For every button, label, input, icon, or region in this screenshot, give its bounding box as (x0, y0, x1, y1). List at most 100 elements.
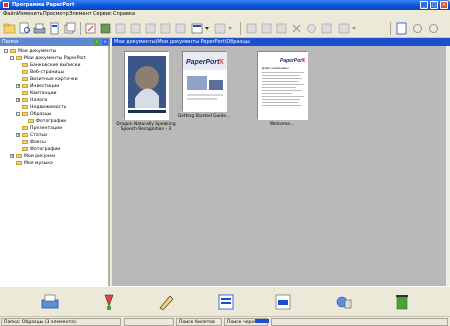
status-empty-cell (124, 318, 174, 326)
folder-icon (22, 139, 28, 144)
toolbar (0, 19, 450, 38)
folder-icon (22, 132, 28, 137)
next-icon[interactable] (174, 22, 187, 35)
scan-icon[interactable] (33, 22, 46, 35)
mail-icon[interactable] (216, 292, 236, 312)
tree-item-photos[interactable]: Фотографии (22, 146, 60, 153)
menu-item[interactable]: Элемент (69, 11, 92, 17)
status-extra-cell (271, 318, 448, 326)
thumbnail-page[interactable]: PaperPort X (182, 51, 227, 112)
folders-toggle-icon[interactable] (3, 22, 16, 35)
send-to-dropdown-icon[interactable] (338, 22, 358, 35)
menu-bar: Файл Изменить Просмотр Элемент Сервис Сп… (0, 10, 450, 19)
tree-item-paperport-docs[interactable]: - Мои документы PaperPort (10, 55, 86, 62)
folder-icon (16, 153, 22, 158)
tree-item-articles[interactable]: + Статьи (16, 132, 47, 139)
folders-pane-option-icon[interactable]: ✓ (94, 39, 100, 45)
folder-icon (22, 146, 28, 151)
tree-item-faxes[interactable]: Факсы (22, 139, 46, 146)
window-title: Программа PaperPort (12, 2, 75, 8)
properties-icon[interactable] (305, 22, 318, 35)
refresh-icon[interactable] (411, 22, 424, 35)
svg-text:PaperPort: PaperPort (280, 58, 304, 64)
view-mode-dropdown-icon[interactable] (191, 22, 211, 35)
thumbnail-page[interactable] (124, 51, 169, 120)
tree-item-bank-statements[interactable]: Банковские выписки (22, 62, 80, 69)
folders-pane-header: Папки ✓ × (0, 38, 110, 46)
annotate-icon[interactable] (129, 22, 142, 35)
dragon-cover-image (125, 52, 169, 120)
folder-icon (22, 97, 28, 102)
delete-icon[interactable] (290, 22, 303, 35)
tree-item-receipts[interactable]: Квитанции (22, 90, 57, 97)
cut-icon[interactable] (275, 22, 288, 35)
menu-edit[interactable]: Изменить (17, 11, 43, 17)
thumbnail-page[interactable]: PaperPort X Добро пожаловать! (257, 51, 308, 120)
sync-icon[interactable] (427, 22, 440, 35)
page-view-icon[interactable] (395, 22, 408, 35)
current-path: Мои документы\Мои документы PaperPort\Об… (114, 39, 250, 45)
search-icon[interactable] (18, 22, 31, 35)
folder-icon (28, 118, 34, 123)
status-folder-info: Папка: Образцы (3 элемента). (1, 318, 121, 326)
tree-item-investments[interactable]: + Инвестиции (16, 83, 59, 90)
tree-item-presentations[interactable]: Презентации (22, 125, 62, 132)
tree-item-samples[interactable]: - Образцы (16, 111, 51, 118)
ftp-icon[interactable] (273, 292, 293, 312)
close-button[interactable]: × (440, 1, 448, 9)
folder-icon (22, 69, 28, 74)
ocr-icon[interactable] (334, 292, 354, 312)
path-bar: Мои документы\Мои документы PaperPort\Об… (112, 38, 450, 46)
tree-item-my-music[interactable]: Моя музыка (16, 160, 53, 167)
tree-item-samples-photos[interactable]: Фотографии (28, 118, 66, 125)
document-icon[interactable] (48, 22, 61, 35)
svg-text:Добро пожаловать!: Добро пожаловать! (262, 66, 289, 70)
write-icon[interactable] (156, 292, 176, 312)
thumbnail-caption: Dragon Naturally Speaking Speech Recogni… (116, 122, 176, 132)
folder-icon (22, 62, 28, 67)
export-icon[interactable] (144, 22, 157, 35)
menu-help[interactable]: Справка (113, 11, 135, 17)
tree-item-my-documents[interactable]: - Мои документы (4, 48, 56, 55)
folder-icon (22, 125, 28, 130)
folder-icon (22, 111, 28, 116)
folder-icon (16, 160, 22, 165)
thumbnail-getting-started[interactable]: PaperPort X Getting Started Guide... (178, 51, 230, 131)
document-view[interactable]: Dragon Naturally Speaking Speech Recogni… (112, 46, 447, 286)
minimize-button[interactable]: _ (420, 1, 428, 9)
previous-icon[interactable] (159, 22, 172, 35)
thumbnail-welcome[interactable]: PaperPort X Добро пожаловать! Welcome... (257, 51, 308, 133)
menu-file[interactable]: Файл (3, 11, 17, 17)
enhance-icon[interactable] (99, 22, 112, 35)
rotate-icon[interactable] (84, 22, 97, 35)
maximize-button[interactable]: □ (430, 1, 438, 9)
scan-icon[interactable] (40, 292, 60, 312)
folder-tree: - Мои документы - Мои документы PaperPort … (0, 46, 110, 286)
folders-pane-close-icon[interactable]: × (102, 39, 108, 45)
status-search-similar: Поиск билетов (176, 318, 222, 326)
search-progress-fill (255, 319, 269, 323)
paste-icon[interactable] (260, 22, 273, 35)
menu-tools[interactable]: Сервис (93, 11, 112, 17)
tree-item-my-pictures[interactable]: + Мои рисунки (10, 153, 55, 160)
thumbnail-dragon[interactable]: Dragon Naturally Speaking Speech Recogni… (116, 51, 176, 132)
stack-icon[interactable] (63, 22, 76, 35)
recycle-icon[interactable] (392, 292, 412, 312)
tree-item-real-estate[interactable]: Недвижимость (22, 104, 66, 111)
folder-icon (22, 76, 28, 81)
title-bar: Программа PaperPort _ □ × (0, 0, 450, 10)
tree-item-taxes[interactable]: + Налоги (16, 97, 47, 104)
tree-item-web-pages[interactable]: Веб-страницы (22, 69, 64, 76)
sort-dropdown-icon[interactable] (214, 22, 234, 35)
tree-item-business-cards[interactable]: Визитные карточки (22, 76, 78, 83)
unstack-icon[interactable] (114, 22, 127, 35)
paint-icon[interactable] (99, 292, 119, 312)
copy-icon[interactable] (245, 22, 258, 35)
thumbnail-caption: Welcome... (269, 122, 295, 127)
folder-icon (22, 90, 28, 95)
content-scrollbar[interactable] (446, 46, 450, 286)
svg-text:X: X (219, 59, 224, 66)
folders-pane-title: Папки (2, 39, 19, 45)
menu-view[interactable]: Просмотр (43, 11, 69, 17)
info-icon[interactable] (320, 22, 333, 35)
